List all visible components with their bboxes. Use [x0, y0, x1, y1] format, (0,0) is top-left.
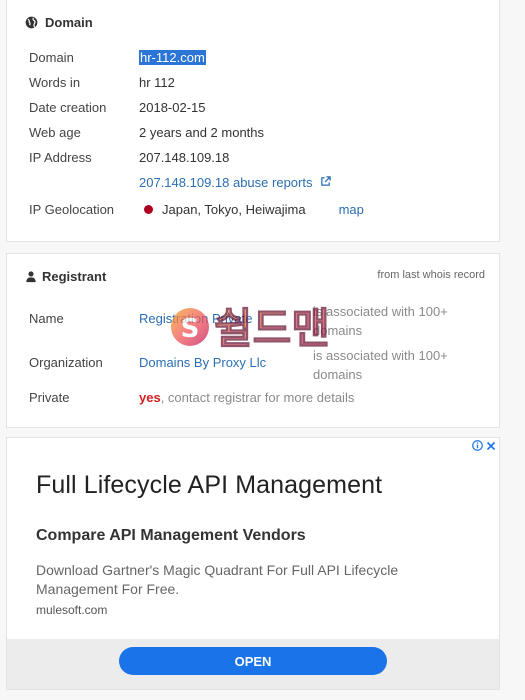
row-date: Date creation 2018-02-15: [29, 100, 489, 115]
name-label: Name: [29, 311, 64, 326]
name-association: is associated with 100+ domains: [313, 304, 448, 338]
ad-description: Download Gartner's Magic Quadrant For Fu…: [36, 562, 399, 597]
geo-value: Japan, Tokyo, Heiwajima: [162, 202, 306, 217]
domain-label: Domain: [29, 50, 74, 65]
domain-header: Domain: [25, 15, 93, 30]
ad-card[interactable]: Full Lifecycle API Management Compare AP…: [6, 437, 500, 690]
date-value: 2018-02-15: [139, 100, 206, 115]
whois-note: from last whois record: [377, 269, 485, 281]
row-ip: IP Address 207.148.109.18: [29, 150, 489, 165]
row-geo: IP Geolocation Japan, Tokyo, Heiwajima ma…: [29, 202, 489, 217]
domain-card: Domain Domain hr-112.com Words in hr 112…: [6, 0, 500, 242]
private-yes: yes: [139, 390, 161, 405]
ad-title[interactable]: Full Lifecycle API Management: [36, 471, 382, 500]
globe-icon: [25, 16, 38, 29]
ad-info-icon[interactable]: [472, 440, 483, 451]
ad-footer: OPEN: [7, 639, 499, 689]
user-icon: [26, 271, 36, 283]
ad-host[interactable]: mulesoft.com: [36, 603, 107, 617]
registrant-section-title: Registrant: [42, 269, 107, 284]
row-abuse: 207.148.109.18 abuse reports: [29, 175, 489, 190]
ad-subtitle[interactable]: Compare API Management Vendors: [36, 527, 306, 545]
private-value: yes, contact registrar for more details: [139, 390, 354, 405]
ad-controls: [472, 440, 496, 451]
registrant-header: Registrant: [25, 269, 106, 284]
row-words: Words in hr 112: [29, 75, 489, 90]
ad-open-button[interactable]: OPEN: [119, 647, 387, 675]
ip-label: IP Address: [29, 150, 92, 165]
geo-label: IP Geolocation: [29, 202, 115, 217]
private-label: Private: [29, 390, 70, 405]
map-link[interactable]: map: [339, 202, 364, 217]
age-value: 2 years and 2 months: [139, 125, 265, 140]
age-label: Web age: [29, 125, 81, 140]
date-label: Date creation: [29, 100, 107, 115]
org-link[interactable]: Domains By Proxy Llc: [139, 355, 266, 370]
row-age: Web age 2 years and 2 months: [29, 125, 489, 140]
japan-flag-icon: [144, 205, 153, 215]
org-association: is associated with 100+ domains: [313, 348, 448, 382]
domain-section-title: Domain: [45, 15, 93, 30]
ip-link[interactable]: 207.148.109.18: [139, 150, 229, 165]
private-rest: , contact registrar for more details: [160, 390, 355, 405]
ad-close-icon[interactable]: [486, 441, 496, 451]
name-link[interactable]: Registration Private: [139, 311, 252, 326]
external-link-icon[interactable]: [320, 176, 331, 187]
words-value: hr 112: [139, 75, 175, 90]
domain-value[interactable]: hr-112.com: [139, 50, 206, 65]
registrant-card: Registrant from last whois record Name R…: [6, 253, 500, 428]
row-domain: Domain hr-112.com: [29, 50, 489, 65]
abuse-reports-link[interactable]: 207.148.109.18 abuse reports: [139, 175, 312, 190]
org-label: Organization: [29, 355, 103, 370]
words-label: Words in: [29, 75, 81, 90]
